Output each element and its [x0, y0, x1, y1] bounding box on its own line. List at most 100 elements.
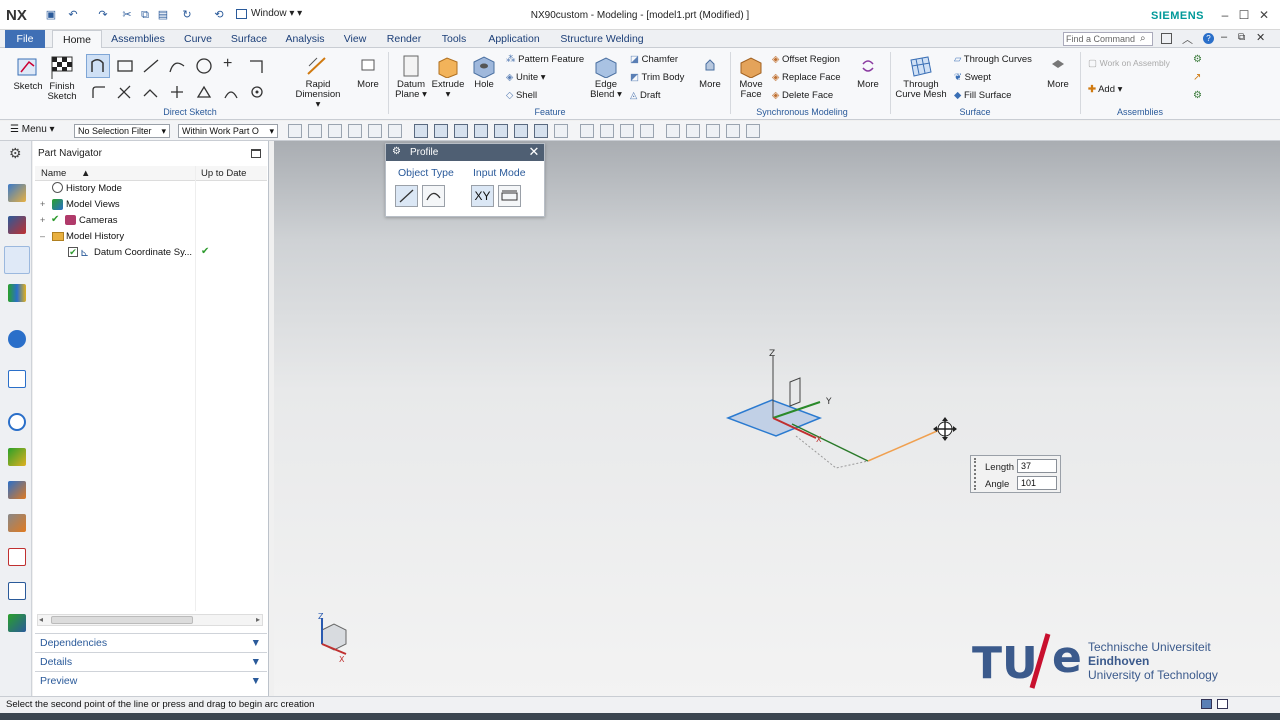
fillet-icon[interactable] — [248, 58, 266, 74]
drag-handle[interactable] — [974, 458, 977, 490]
snap-existing-icon[interactable] — [474, 124, 488, 138]
view-triad[interactable]: Z X — [312, 610, 356, 664]
sketch-settings-icon[interactable] — [248, 84, 266, 100]
swept-button[interactable]: ❦ Swept — [954, 72, 991, 83]
surface-more-button[interactable]: More — [1042, 54, 1074, 90]
tree-row-history-mode[interactable]: History Mode — [35, 181, 267, 197]
process-studio-icon[interactable] — [8, 448, 26, 466]
line-icon[interactable] — [142, 58, 160, 74]
datum-coordinate-system[interactable]: Z Y X — [720, 340, 970, 480]
chevron-up-icon[interactable]: ︿ — [1182, 31, 1193, 47]
gear-icon[interactable]: ⚙ — [392, 147, 402, 157]
work-on-assembly-button[interactable]: ▢ Work on Assembly — [1088, 58, 1170, 69]
sketch-fillet-icon[interactable] — [90, 84, 108, 100]
scrollbar-thumb[interactable] — [51, 616, 193, 624]
tab-analysis[interactable]: Analysis — [282, 30, 328, 48]
snap-end-icon[interactable] — [348, 124, 362, 138]
tab-view[interactable]: View — [338, 30, 372, 48]
scroll-left-icon[interactable]: ◂ — [39, 615, 43, 624]
doc-close-button[interactable]: ✕ — [1256, 31, 1265, 44]
close-icon[interactable]: ✕ — [527, 145, 541, 159]
selection-filter-dropdown[interactable]: No Selection Filter ▾ — [74, 124, 170, 138]
rapid-dimension-button[interactable]: Rapid Dimension ▾ — [292, 54, 344, 110]
sketch-button[interactable]: Sketch — [10, 54, 46, 92]
arc-icon[interactable] — [168, 58, 186, 74]
snap-point-icon[interactable] — [554, 124, 568, 138]
redo-icon[interactable]: ↷ — [96, 8, 110, 22]
chamfer-button[interactable]: ◪ Chamfer — [630, 54, 678, 65]
expand-icon[interactable]: + — [40, 199, 45, 209]
direct-sketch-more-button[interactable]: More — [352, 54, 384, 90]
finish-sketch-button[interactable]: Finish Sketch — [45, 54, 79, 102]
fill-surface-button[interactable]: ◆ Fill Surface — [954, 90, 1011, 101]
view-fit-icon[interactable] — [580, 124, 594, 138]
tab-surface[interactable]: Surface — [226, 30, 272, 48]
hd3d-tools-icon[interactable] — [8, 330, 26, 348]
minimize-button[interactable]: – — [1218, 8, 1232, 22]
work-layer-icon[interactable] — [706, 124, 720, 138]
tab-home[interactable]: Home — [52, 30, 102, 49]
cut-icon[interactable]: ✂ — [120, 8, 134, 22]
details-section[interactable]: Details ▼ — [35, 652, 267, 670]
save-icon[interactable]: ▣ — [44, 8, 58, 22]
tab-application[interactable]: Application — [484, 30, 544, 48]
input-mode-xy-button[interactable]: XY — [471, 185, 494, 207]
show-hide-icon[interactable] — [726, 124, 740, 138]
manufacturing-wizards-icon[interactable] — [8, 481, 26, 499]
history-icon[interactable] — [8, 413, 26, 431]
window-menu[interactable]: Window ▾ ▾ — [251, 8, 302, 19]
quick-extend-icon[interactable] — [142, 84, 160, 100]
selection-scope-dropdown[interactable]: Within Work Part O ▾ — [178, 124, 278, 138]
select-by-rectangle-icon[interactable] — [328, 124, 342, 138]
tab-render[interactable]: Render — [382, 30, 426, 48]
doc-restore-button[interactable]: ⧉ — [1238, 32, 1245, 43]
constraint-navigator-icon[interactable] — [8, 216, 26, 234]
deselect-icon[interactable] — [308, 124, 322, 138]
snap-intersection-icon[interactable] — [414, 124, 428, 138]
offset-region-button[interactable]: ◈ Offset Region — [772, 54, 840, 65]
move-component-icon[interactable]: ↗ — [1193, 72, 1201, 83]
circle-icon[interactable] — [195, 58, 213, 74]
maximize-button[interactable]: ☐ — [1237, 8, 1251, 22]
extrude-button[interactable]: Extrude ▾ — [430, 54, 466, 100]
assembly-constraints-icon[interactable]: ⚙ — [1193, 54, 1202, 65]
draft-button[interactable]: ◬ Draft — [630, 90, 661, 101]
doc-minimize-button[interactable]: – — [1221, 31, 1227, 43]
geometric-constraints-icon[interactable] — [195, 84, 213, 100]
profile-dialog-title[interactable]: Profile — [386, 144, 544, 161]
ribbon-options-icon[interactable] — [1161, 33, 1172, 44]
delete-face-button[interactable]: ◈ Delete Face — [772, 90, 833, 101]
web-browser-icon[interactable] — [8, 370, 26, 388]
view-zoom-icon[interactable] — [600, 124, 614, 138]
part-navigator-icon[interactable] — [4, 246, 30, 274]
preview-section[interactable]: Preview ▼ — [35, 671, 267, 689]
sync-more-button[interactable]: More — [852, 54, 884, 90]
paste-icon[interactable]: ▤ — [156, 8, 170, 22]
pattern-feature-button[interactable]: ⁂ Pattern Feature — [506, 54, 584, 65]
expand-icon[interactable]: + — [40, 215, 45, 225]
quick-trim-icon[interactable] — [116, 84, 134, 100]
input-mode-parameter-button[interactable] — [498, 185, 521, 207]
object-type-line-button[interactable] — [395, 185, 418, 207]
tree-row-cameras[interactable]: + ✔ Cameras — [35, 213, 267, 229]
help-icon[interactable]: ? — [1203, 33, 1214, 44]
column-header-up-to-date[interactable]: Up to Date — [201, 168, 246, 179]
full-screen-icon[interactable] — [1201, 699, 1212, 709]
tab-curve[interactable]: Curve — [178, 30, 218, 48]
snap-control-icon[interactable] — [388, 124, 402, 138]
copy-icon[interactable]: ⧉ — [138, 8, 152, 22]
edit-section-icon[interactable] — [746, 124, 760, 138]
snap-mid-icon[interactable] — [368, 124, 382, 138]
touch-mode-icon[interactable]: ⟲ — [212, 8, 226, 22]
settings-gear-icon[interactable]: ⚙ — [9, 145, 22, 162]
maximize-panel-icon[interactable] — [251, 149, 261, 158]
view-section-icon[interactable] — [686, 124, 700, 138]
system-scenes-icon[interactable] — [8, 548, 26, 566]
search-icon[interactable]: ⌕ — [1140, 33, 1146, 44]
through-curve-mesh-button[interactable]: Through Curve Mesh — [894, 54, 948, 100]
trim-body-button[interactable]: ◩ Trim Body — [630, 72, 684, 83]
orient-view-icon[interactable] — [666, 124, 680, 138]
tree-row-datum-coordinate-system[interactable]: ✔ ⊾ Datum Coordinate Sy... ✔ — [35, 245, 267, 261]
visibility-checkbox[interactable]: ✔ — [68, 247, 78, 257]
replace-face-button[interactable]: ◈ Replace Face — [772, 72, 841, 83]
